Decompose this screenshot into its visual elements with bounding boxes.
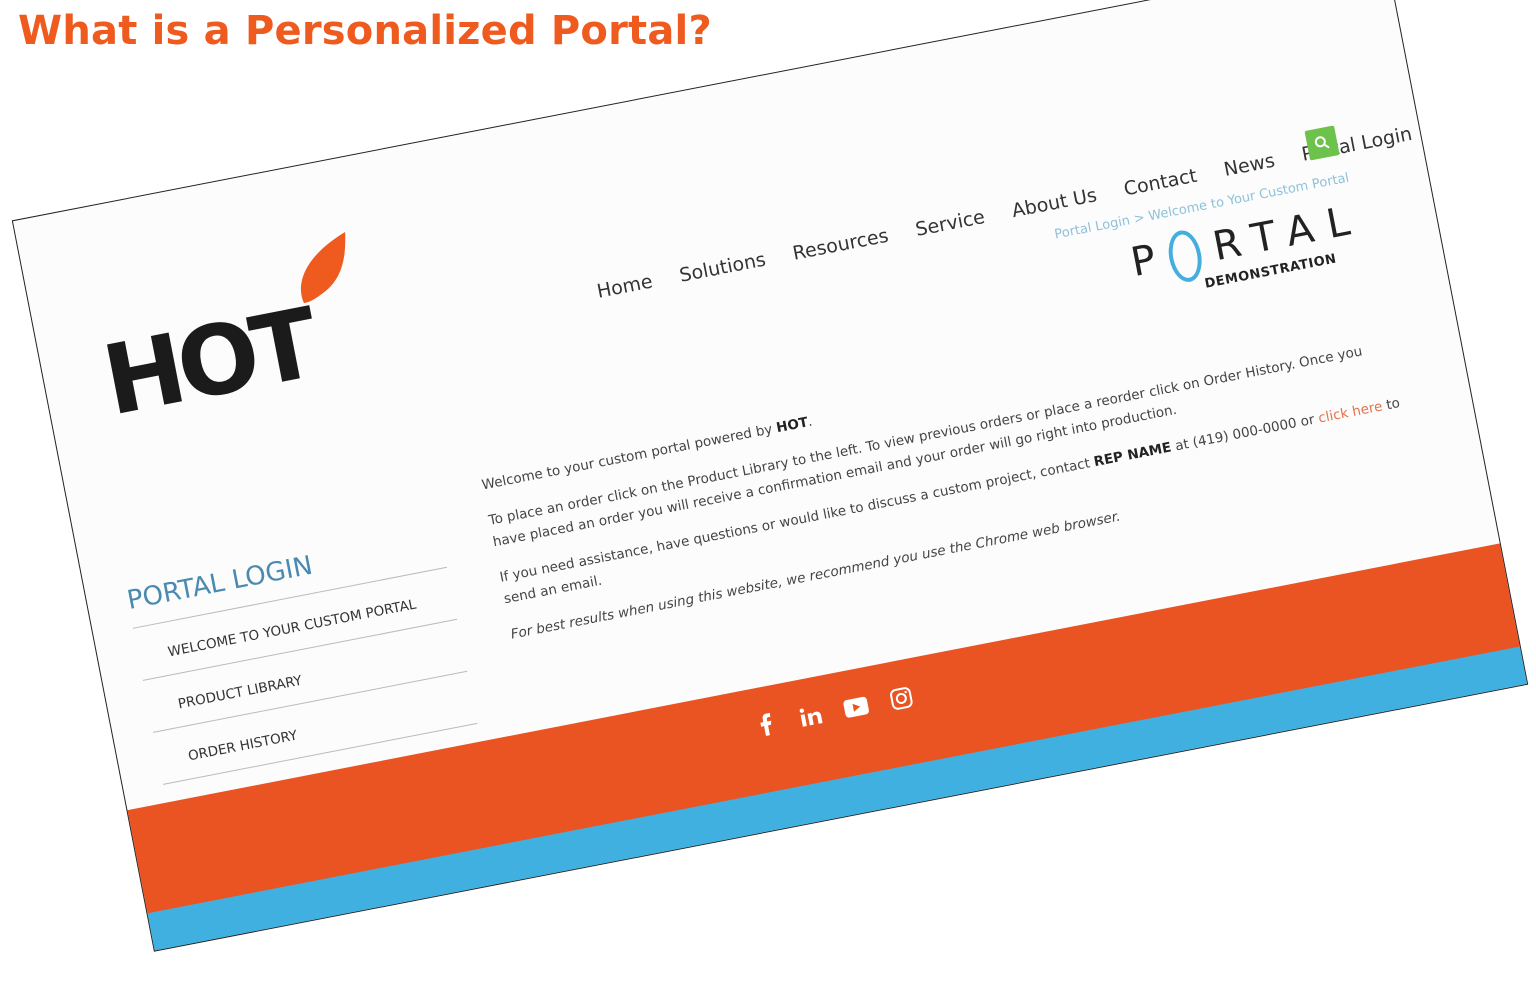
search-icon	[1314, 136, 1330, 149]
portal-screenshot: HOT Home Solutions Resources Service Abo…	[11, 0, 1529, 952]
nav-resources[interactable]: Resources	[791, 225, 890, 265]
nav-contact[interactable]: Contact	[1122, 165, 1199, 201]
nav-news[interactable]: News	[1222, 150, 1277, 181]
nav-service[interactable]: Service	[914, 206, 987, 241]
instagram-icon[interactable]	[886, 683, 916, 713]
logo-wordmark: HOT	[94, 287, 322, 438]
search-button[interactable]	[1304, 125, 1340, 161]
email-link[interactable]: click here	[1317, 398, 1384, 426]
hot-logo[interactable]: HOT	[93, 232, 369, 438]
linkedin-icon[interactable]	[796, 701, 826, 731]
brand-name: HOT	[774, 414, 810, 437]
nav-about-us[interactable]: About Us	[1010, 184, 1099, 222]
rep-name: REP NAME	[1092, 439, 1173, 471]
nav-home[interactable]: Home	[595, 271, 654, 303]
youtube-icon[interactable]	[841, 692, 871, 722]
nav-solutions[interactable]: Solutions	[678, 249, 768, 287]
facebook-icon[interactable]	[751, 710, 781, 740]
page-headline: What is a Personalized Portal?	[18, 8, 712, 54]
